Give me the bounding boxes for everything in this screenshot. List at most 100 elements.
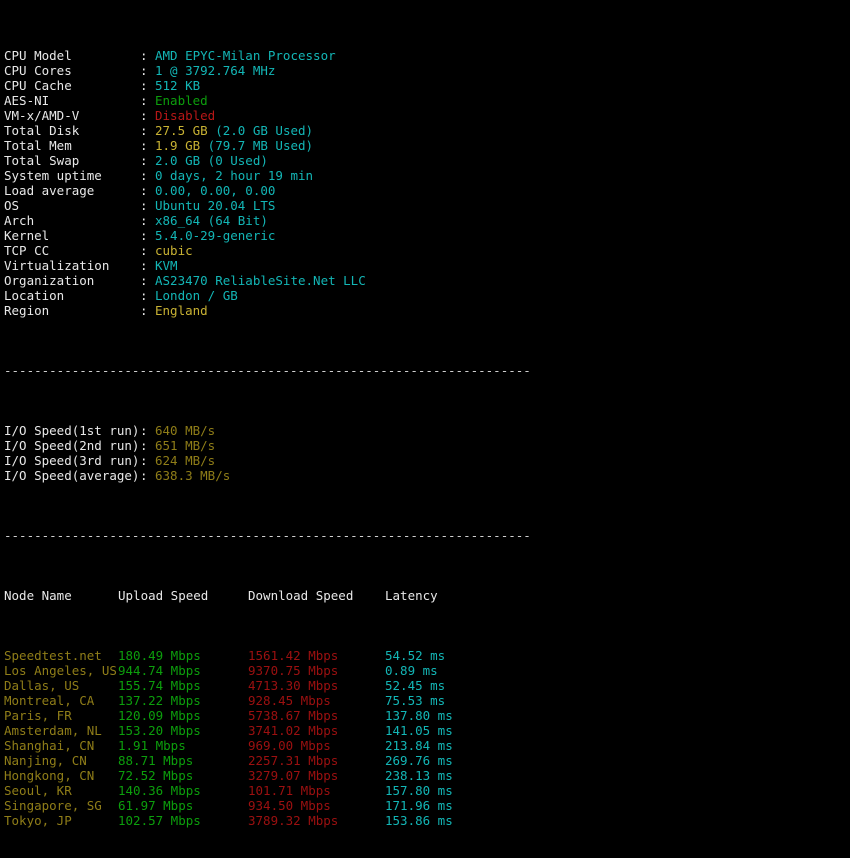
speedtest-node-name: Montreal, CA (4, 693, 95, 708)
speedtest-download-speed: 1561.42 Mbps (248, 648, 339, 663)
info-value: 0.00, 0.00, 0.00 (155, 183, 276, 198)
info-label: CPU Cores (4, 63, 72, 78)
speedtest-node-name: Speedtest.net (4, 648, 102, 663)
speedtest-row: Seoul, KR 140.36 Mbps 101.71 Mbps 157.80 ms (4, 783, 850, 798)
speedtest-node-name: Singapore, SG (4, 798, 102, 813)
speedtest-download-speed: 9370.75 Mbps (248, 663, 339, 678)
speedtest-node-name: Seoul, KR (4, 783, 72, 798)
speedtest-upload-speed: 120.09 Mbps (118, 708, 201, 723)
info-row: Arch: x86_64 (64 Bit) (4, 213, 850, 228)
speedtest-upload-speed: 140.36 Mbps (118, 783, 201, 798)
info-label: Load average (4, 183, 95, 198)
info-colon: : (140, 273, 148, 288)
system-info-block: CPU Model: AMD EPYC-Milan Processor CPU Co… (4, 48, 850, 318)
speedtest-row: Shanghai, CN 1.91 Mbps 969.00 Mbps 213.84 m… (4, 738, 850, 753)
info-label: Location (4, 288, 65, 303)
speedtest-upload-speed: 944.74 Mbps (118, 663, 201, 678)
speedtest-download-speed: 5738.67 Mbps (248, 708, 339, 723)
info-value: 2.0 GB (0 Used) (155, 153, 268, 168)
info-row: Region: England (4, 303, 850, 318)
info-value: Enabled (155, 93, 208, 108)
speedtest-upload-speed: 153.20 Mbps (118, 723, 201, 738)
speedtest-node-name: Shanghai, CN (4, 738, 95, 753)
header-node-name: Node Name (4, 588, 72, 603)
speedtest-latency: 137.80 ms (385, 708, 453, 723)
info-colon: : (140, 288, 148, 303)
speedtest-download-speed: 3789.32 Mbps (248, 813, 339, 828)
speedtest-download-speed: 3279.07 Mbps (248, 768, 339, 783)
speedtest-upload-speed: 155.74 Mbps (118, 678, 201, 693)
speedtest-node-name: Amsterdam, NL (4, 723, 102, 738)
info-colon: : (140, 183, 148, 198)
speedtest-row: Montreal, CA 137.22 Mbps 928.45 Mbps 75.53 … (4, 693, 850, 708)
io-speed-block: I/O Speed(1st run): 640 MB/s I/O Speed(2nd… (4, 423, 850, 483)
speedtest-upload-speed: 137.22 Mbps (118, 693, 201, 708)
io-speed-value: 624 MB/s (155, 453, 216, 468)
terminal-window[interactable]: CPU Model: AMD EPYC-Milan Processor CPU Co… (0, 0, 850, 828)
info-label: Virtualization (4, 258, 110, 273)
info-colon: : (140, 63, 148, 78)
info-value: 512 KB (155, 78, 201, 93)
speedtest-latency: 54.52 ms (385, 648, 446, 663)
speedtest-upload-speed: 1.91 Mbps (118, 738, 186, 753)
speedtest-latency: 213.84 ms (385, 738, 453, 753)
speedtest-upload-speed: 61.97 Mbps (118, 798, 194, 813)
info-colon: : (140, 48, 148, 63)
info-colon: : (140, 123, 148, 138)
speedtest-latency: 238.13 ms (385, 768, 453, 783)
info-colon: : (140, 213, 148, 228)
io-speed-value: 638.3 MB/s (155, 468, 231, 483)
speedtest-download-speed: 101.71 Mbps (248, 783, 331, 798)
info-label: OS (4, 198, 20, 213)
info-row: Total Disk:27.5 GB (2.0 GB Used) (4, 123, 850, 138)
io-speed-label: I/O Speed(3rd run) (4, 453, 140, 468)
info-value: x86_64 (64 Bit) (155, 213, 268, 228)
info-value: 27.5 GB (155, 123, 208, 138)
info-colon: : (140, 303, 148, 318)
io-speed-value: 640 MB/s (155, 423, 216, 438)
speedtest-row: Amsterdam, NL 153.20 Mbps 3741.02 Mbps 141.… (4, 723, 850, 738)
info-value: 0 days, 2 hour 19 min (155, 168, 314, 183)
info-label: CPU Model (4, 48, 72, 63)
speedtest-row: Singapore, SG 61.97 Mbps 934.50 Mbps 171.96… (4, 798, 850, 813)
info-value: cubic (155, 243, 193, 258)
info-label: VM-x/AMD-V (4, 108, 80, 123)
speedtest-upload-speed: 72.52 Mbps (118, 768, 194, 783)
info-label: AES-NI (4, 93, 50, 108)
speedtest-latency: 171.96 ms (385, 798, 453, 813)
io-speed-label: I/O Speed(2nd run) (4, 438, 140, 453)
info-row: System uptime:0 days, 2 hour 19 min (4, 168, 850, 183)
info-value: London / GB (155, 288, 238, 303)
info-value: KVM (155, 258, 178, 273)
info-colon: : (140, 153, 148, 168)
io-speed-colon: : (140, 423, 148, 438)
info-label: Total Swap (4, 153, 80, 168)
speedtest-row: Nanjing, CN 88.71 Mbps 2257.31 Mbps 269.76 … (4, 753, 850, 768)
speedtest-download-speed: 928.45 Mbps (248, 693, 331, 708)
speedtest-row: Tokyo, JP 102.57 Mbps 3789.32 Mbps 153.86 m… (4, 813, 850, 828)
info-label: Region (4, 303, 50, 318)
info-row: Kernel:5.4.0-29-generic (4, 228, 850, 243)
info-colon: : (140, 258, 148, 273)
info-row: CPU Cache:512 KB (4, 78, 850, 93)
speedtest-latency: 153.86 ms (385, 813, 453, 828)
speedtest-upload-speed: 88.71 Mbps (118, 753, 194, 768)
info-row: CPU Cores:1 @ 3792.764 MHz (4, 63, 850, 78)
speedtest-node-name: Tokyo, JP (4, 813, 72, 828)
speedtest-row: Los Angeles, US944.74 Mbps 9370.75 Mbps 0.… (4, 663, 850, 678)
io-speed-colon: : (140, 468, 148, 483)
info-row: Organization: AS23470 ReliableSite.Net LL… (4, 273, 850, 288)
info-value: England (155, 303, 208, 318)
info-value-extra: (2.0 GB Used) (207, 123, 314, 138)
speedtest-node-name: Hongkong, CN (4, 768, 95, 783)
info-row: Virtualization: KVM (4, 258, 850, 273)
header-download-speed: Download Speed (248, 588, 354, 603)
info-value: 1 @ 3792.764 MHz (155, 63, 276, 78)
speedtest-latency: 0.89 ms (385, 663, 438, 678)
speedtest-node-name: Dallas, US (4, 678, 80, 693)
speedtest-node-name: Los Angeles, US (4, 663, 117, 678)
info-value: AS23470 ReliableSite.Net LLC (155, 273, 366, 288)
header-latency: Latency (385, 588, 438, 603)
speedtest-row: Paris, FR 120.09 Mbps 5738.67 Mbps 137.80 m… (4, 708, 850, 723)
info-colon: : (140, 138, 148, 153)
